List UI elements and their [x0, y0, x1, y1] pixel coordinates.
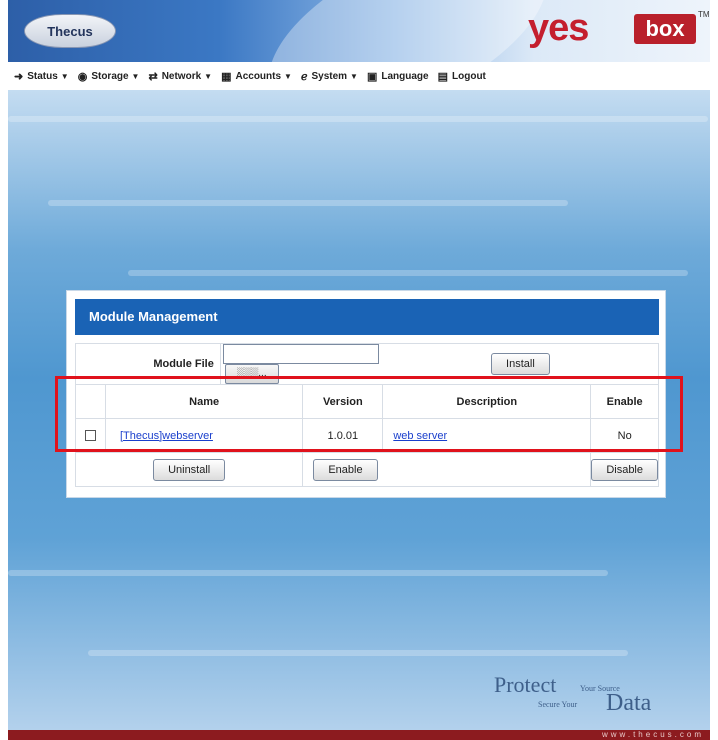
install-button[interactable]: Install	[491, 353, 550, 375]
module-table: Module File ░░░... Install Name Version …	[74, 343, 659, 487]
uninstall-button[interactable]: Uninstall	[153, 458, 226, 481]
chevron-down-icon: ▼	[131, 71, 140, 81]
menu-storage[interactable]: ◉ Storage ▼	[78, 70, 140, 83]
menu-status[interactable]: ➜ Status ▼	[14, 70, 69, 83]
uninstall-cell: Uninstall	[74, 452, 304, 487]
column-header-version: Version	[302, 384, 384, 419]
background-streak	[8, 570, 608, 576]
wrench-icon: ℯ	[300, 70, 308, 83]
column-header-description: Description	[382, 384, 592, 419]
menu-accounts-label: Accounts	[235, 70, 282, 82]
menu-status-label: Status	[27, 70, 58, 82]
row-checkbox-cell	[75, 418, 106, 453]
menu-network-label: Network	[161, 70, 202, 82]
module-file-row: Module File ░░░... Install	[75, 343, 659, 385]
menu-logout-label: Logout	[452, 70, 486, 82]
banner-swoosh	[242, 0, 574, 62]
protect-your-data-logo: Protect Your Source Secure Your Data	[494, 672, 694, 722]
row-enable-cell: No	[590, 418, 659, 453]
column-header-enable: Enable	[590, 384, 659, 419]
panel-title: Module Management	[75, 299, 659, 335]
background-streak	[88, 650, 628, 656]
yes-logo: yes	[528, 7, 589, 49]
language-icon: ▣	[366, 70, 378, 83]
disk-icon: ◉	[77, 70, 88, 83]
menu-storage-label: Storage	[91, 70, 129, 82]
footer-url: www.thecus.com	[601, 730, 704, 739]
action-buttons-row: Uninstall Enable Disable	[74, 452, 659, 487]
menu-network[interactable]: ⇄ Network ▼	[148, 70, 212, 83]
menu-system-label: System	[311, 70, 348, 82]
enable-button[interactable]: Enable	[313, 458, 378, 481]
module-description-link[interactable]: web server	[393, 430, 447, 442]
menu-language[interactable]: ▣ Language	[367, 70, 429, 83]
table-header-row: Name Version Description Enable	[75, 384, 659, 419]
main-menu-bar: ➜ Status ▼ ◉ Storage ▼ ⇄ Network ▼ ▦ Acc…	[8, 62, 710, 90]
row-version-cell: 1.0.01	[302, 418, 384, 453]
module-select-checkbox[interactable]	[85, 430, 96, 442]
menu-accounts[interactable]: ▦ Accounts ▼	[221, 70, 292, 83]
disable-cell: Disable	[590, 452, 659, 487]
row-description-cell: web server	[382, 418, 592, 453]
menu-logout[interactable]: ▤ Logout	[438, 70, 486, 83]
header-checkbox-cell	[75, 384, 106, 419]
table-row: [Thecus]webserver 1.0.01 web server No	[75, 418, 659, 453]
accounts-icon: ▦	[221, 70, 232, 83]
enable-cell: Enable	[302, 452, 592, 487]
logout-icon: ▤	[437, 70, 449, 83]
background-streak	[8, 116, 708, 122]
chevron-down-icon: ▼	[60, 71, 69, 81]
module-name-link[interactable]: [Thecus]webserver	[120, 430, 213, 442]
trademark-mark: TM	[698, 10, 710, 19]
menu-system[interactable]: ℯ System ▼	[301, 70, 358, 83]
background-streak	[128, 270, 688, 276]
protect-text: Protect	[494, 672, 557, 697]
chevron-down-icon: ▼	[204, 71, 213, 81]
row-name-cell: [Thecus]webserver	[104, 418, 304, 453]
data-text: Data	[606, 690, 652, 716]
menu-language-label: Language	[381, 70, 429, 82]
install-cell: Install	[382, 343, 659, 385]
header-banner: Thecus yes box TM	[8, 0, 710, 62]
chevron-down-icon: ▼	[350, 71, 358, 81]
module-file-cell: ░░░...	[219, 343, 383, 385]
background-streak	[48, 200, 568, 206]
chevron-down-icon: ▼	[284, 71, 292, 81]
arrow-icon: ➜	[14, 70, 24, 83]
column-header-name: Name	[104, 384, 304, 419]
thecus-logo: Thecus	[24, 14, 116, 48]
disable-button[interactable]: Disable	[591, 458, 658, 481]
network-icon: ⇄	[148, 70, 158, 83]
browse-button[interactable]: ░░░...	[224, 364, 279, 384]
module-file-input[interactable]	[222, 344, 379, 364]
module-management-panel: Module Management Module File ░░░... Ins…	[66, 290, 666, 498]
box-logo: box	[634, 14, 696, 44]
secure-your-text: Secure Your	[538, 700, 578, 709]
module-file-label: Module File	[75, 343, 221, 385]
